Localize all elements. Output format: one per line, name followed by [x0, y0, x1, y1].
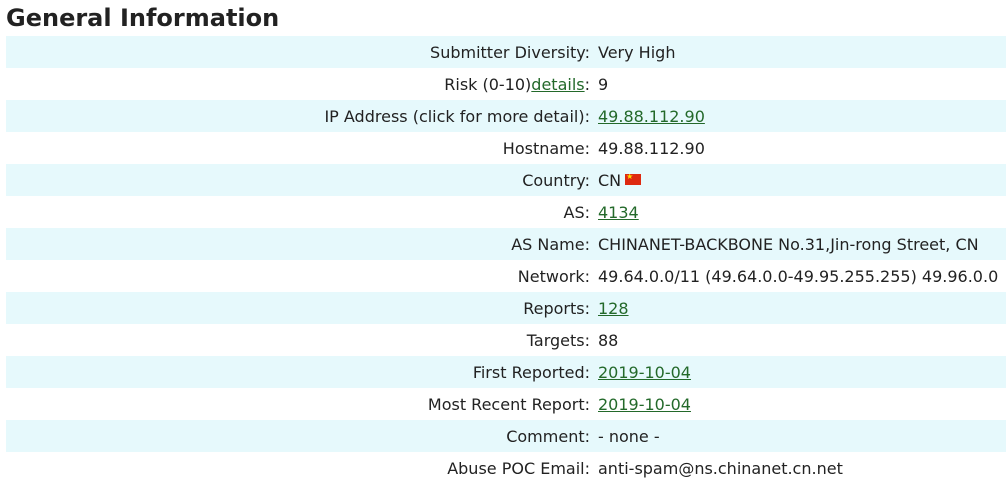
submitter-diversity-label: Submitter Diversity: — [430, 42, 590, 62]
row-reports: Reports: 128 — [6, 292, 1006, 324]
hostname-value: 49.88.112.90 — [598, 138, 705, 158]
reports-label: Reports: — [523, 298, 590, 318]
risk-value: 9 — [598, 74, 609, 94]
as-name-label: AS Name: — [511, 234, 590, 254]
reports-cell: 128 — [598, 292, 1006, 324]
row-ip-address: IP Address (click for more detail): 49.8… — [6, 100, 1006, 132]
row-first-reported: First Reported: 2019-10-04 — [6, 356, 1006, 388]
most-recent-report-cell: 2019-10-04 — [598, 388, 1006, 420]
comment-label: Comment: — [506, 426, 590, 446]
page-title: General Information — [6, 4, 280, 32]
row-targets: Targets: 88 — [6, 324, 1006, 356]
risk-label: Risk (0-10)details: — [6, 68, 598, 100]
country-value: CN — [598, 170, 622, 190]
network-value: 49.64.0.0/11 (49.64.0.0-49.95.255.255) 4… — [598, 266, 999, 286]
row-hostname: Hostname: 49.88.112.90 — [6, 132, 1006, 164]
most-recent-report-link[interactable]: 2019-10-04 — [598, 395, 691, 414]
network-label: Network: — [517, 266, 590, 286]
as-number-link[interactable]: 4134 — [598, 203, 639, 222]
row-most-recent-report: Most Recent Report: 2019-10-04 — [6, 388, 1006, 420]
row-abuse-poc-email: Abuse POC Email: anti-spam@ns.chinanet.c… — [6, 452, 1006, 484]
row-comment: Comment: - none - — [6, 420, 1006, 452]
as-cell: 4134 — [598, 196, 1006, 228]
flag-star-icon: ★ — [626, 173, 634, 181]
general-info-table: Submitter Diversity: Very High Risk (0-1… — [6, 36, 1006, 484]
country-cell: CN ★ — [598, 164, 1006, 196]
most-recent-report-label: Most Recent Report: — [427, 394, 590, 414]
as-label: AS: — [563, 202, 591, 222]
row-as-name: AS Name: CHINANET-BACKBONE No.31,Jin-ron… — [6, 228, 1006, 260]
risk-label-text: Risk (0-10) — [444, 74, 532, 94]
ip-address-link[interactable]: 49.88.112.90 — [598, 107, 705, 126]
as-name-value: CHINANET-BACKBONE No.31,Jin-rong Street,… — [598, 234, 979, 254]
row-country: Country: CN ★ — [6, 164, 1006, 196]
hostname-label: Hostname: — [502, 138, 590, 158]
abuse-poc-email-label: Abuse POC Email: — [447, 458, 590, 478]
targets-label: Targets: — [526, 330, 590, 350]
reports-link[interactable]: 128 — [598, 299, 629, 318]
row-network: Network: 49.64.0.0/11 (49.64.0.0-49.95.2… — [6, 260, 1006, 292]
first-reported-link[interactable]: 2019-10-04 — [598, 363, 691, 382]
risk-label-colon: : — [584, 74, 590, 94]
risk-details-link[interactable]: details — [531, 75, 584, 94]
first-reported-label: First Reported: — [472, 362, 590, 382]
country-label: Country: — [522, 170, 590, 190]
targets-value: 88 — [598, 330, 619, 350]
abuse-poc-email-value: anti-spam@ns.chinanet.cn.net — [598, 458, 843, 478]
ip-address-label: IP Address (click for more detail): — [324, 106, 590, 126]
comment-value: - none - — [598, 426, 660, 446]
china-flag-icon: ★ — [625, 173, 642, 185]
row-as: AS: 4134 — [6, 196, 1006, 228]
row-risk: Risk (0-10)details: 9 — [6, 68, 1006, 100]
submitter-diversity-value: Very High — [598, 42, 676, 62]
row-submitter-diversity: Submitter Diversity: Very High — [6, 36, 1006, 68]
first-reported-cell: 2019-10-04 — [598, 356, 1006, 388]
ip-address-cell: 49.88.112.90 — [598, 100, 1006, 132]
